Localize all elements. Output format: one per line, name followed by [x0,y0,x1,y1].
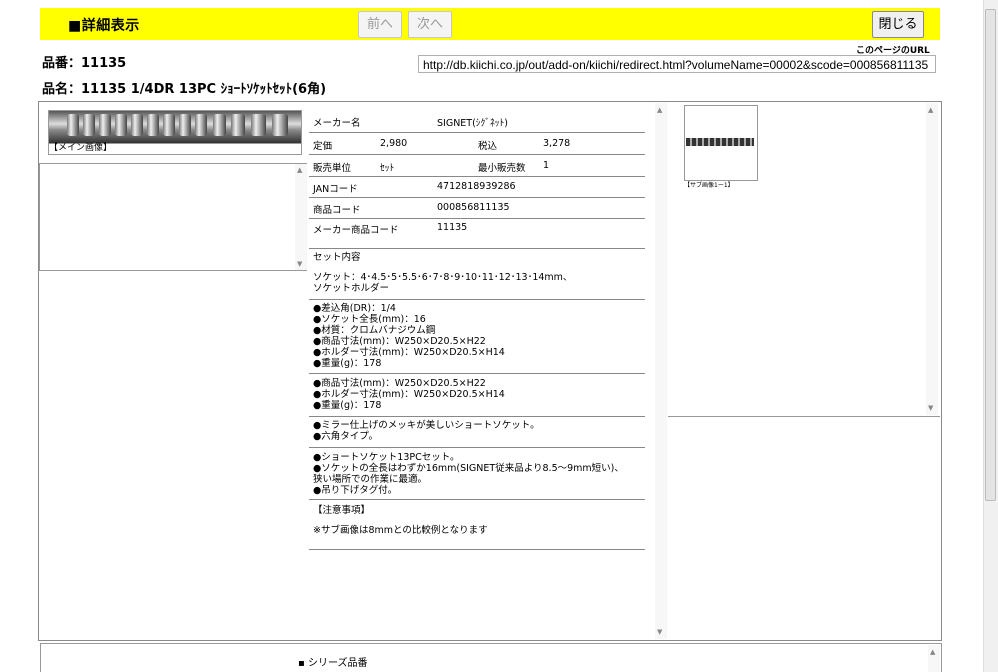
header-bar [40,8,940,40]
min-qty-value: 1 [543,160,550,171]
set-contents-title: セット内容 [313,252,361,263]
maker-code-value: 11135 [437,222,468,233]
divider [309,275,645,300]
spec-row-price: 定価 2,980 税込 3,278 [309,132,645,155]
jan-value: 4712818939286 [437,181,516,192]
maker-label: メーカー名 [313,118,361,129]
spec-row-maker: メーカー名 SIGNET(ｼｸﾞﾈｯﾄ) [309,110,645,133]
scroll-down-icon[interactable]: ▼ [657,628,662,636]
divider [309,305,645,374]
page-url-field[interactable]: http://db.kiichi.co.jp/out/add-on/kiichi… [418,55,936,73]
divider [309,510,645,550]
page-title: ■詳細表示 [68,18,140,34]
scroll-up-icon[interactable]: ▲ [928,106,933,114]
next-button[interactable]: 次へ [408,11,452,38]
main-product-image[interactable] [48,110,302,144]
scroll-up-icon[interactable]: ▲ [657,106,662,114]
price-label: 定価 [313,141,333,152]
main-image-label: 【メイン画像】 [48,142,302,155]
tax-label: 税込 [478,141,498,152]
product-name: 品名：11135 1/4DR 13PC ｼｮｰﾄｿｹｯﾄｾｯﾄ(6角) [42,82,327,97]
spec-row-unit: 販売単位 ｾｯﾄ 最小販売数 1 [309,154,645,177]
scroll-down-icon[interactable]: ▼ [297,260,302,268]
series-label: ▪ シリーズ品番 [298,658,368,669]
sub-image-label: 【サブ画像1ー1】 [684,182,734,189]
thumbnail-scrollbar[interactable]: ▲ ▼ [295,164,307,270]
detail-scrollbar[interactable]: ▲ ▼ [655,103,667,639]
scroll-up-icon[interactable]: ▲ [297,166,302,174]
divider [309,422,645,448]
sub-image-scrollbar[interactable]: ▲ ▼ [926,103,938,415]
product-number: 品番：11135 [42,56,127,71]
code-value: 000856811135 [437,202,510,213]
maker-code-label: メーカー商品コード [313,225,399,236]
code-label: 商品コード [313,205,361,216]
divider [309,455,645,500]
series-panel [40,643,942,672]
spec-row-maker-code: メーカー商品コード 11135 [309,218,645,249]
tax-value: 3,278 [543,138,571,149]
unit-label: 販売単位 [313,163,352,174]
close-button[interactable]: 閉じる [872,11,924,38]
prev-button[interactable]: 前へ [358,11,402,38]
page-scroll-thumb[interactable] [985,9,996,501]
sub-image-photo [686,138,754,146]
divider [309,380,645,417]
series-label-text: シリーズ品番 [307,658,368,669]
unit-value: ｾｯﾄ [380,163,395,174]
min-qty-label: 最小販売数 [478,163,526,174]
thumbnail-list: ▲ ▼ [39,163,307,271]
divider [668,416,940,417]
scroll-up-icon[interactable]: ▲ [930,648,935,656]
maker-value: SIGNET(ｼｸﾞﾈｯﾄ) [437,118,509,129]
series-scrollbar[interactable]: ▲ [928,645,940,672]
jan-label: JANコード [313,184,358,195]
price-value: 2,980 [380,138,408,149]
scroll-down-icon[interactable]: ▼ [928,404,933,412]
spec-row-code: 商品コード 000856811135 [309,197,645,219]
spec-row-jan: JANコード 4712818939286 [309,176,645,198]
